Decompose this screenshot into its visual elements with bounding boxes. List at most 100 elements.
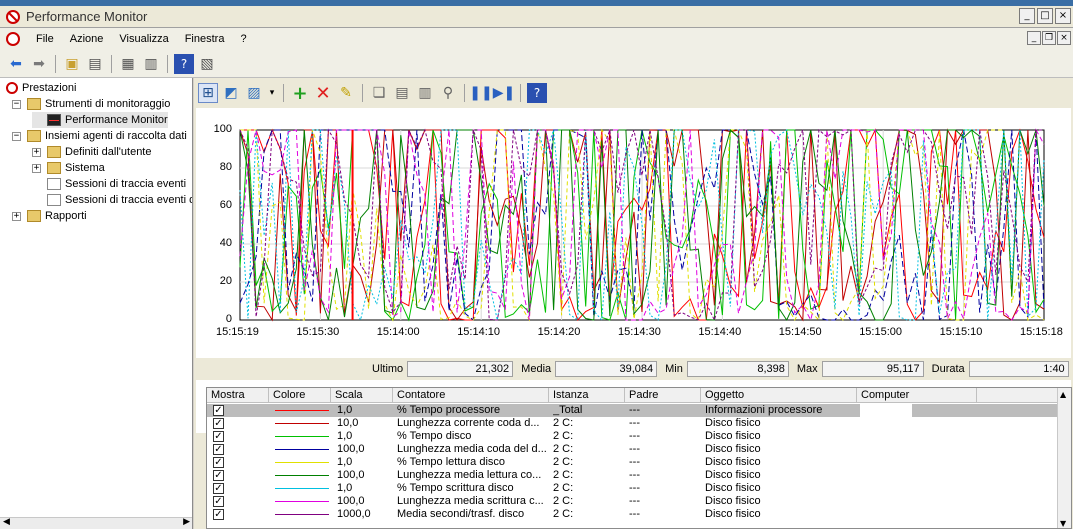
scroll-up-icon[interactable]: ▲ xyxy=(1060,390,1066,399)
menu-help[interactable]: ? xyxy=(232,33,254,45)
cell-object: Disco fisico xyxy=(705,443,761,455)
properties-icon[interactable]: ▥ xyxy=(415,83,435,103)
add-counter-icon[interactable]: + xyxy=(290,83,310,104)
tree-item-label: Prestazioni xyxy=(22,82,77,94)
folder-icon xyxy=(47,146,61,158)
tree-item[interactable]: + Sistema xyxy=(32,160,105,176)
title-bar: Performance Monitor _ □ × xyxy=(0,6,1073,28)
show-hide-action-pane-icon[interactable]: ▧ xyxy=(197,54,217,74)
graph-type-dropdown-icon[interactable]: ▾ xyxy=(267,83,277,103)
update-data-icon[interactable]: ▶❚ xyxy=(493,83,516,103)
tree-item[interactable]: − Insiemi agenti di raccolta dati xyxy=(12,128,187,144)
legend-row[interactable]: ✓ 100,0 Lunghezza media scrittura c... 2 C:… xyxy=(207,495,1067,508)
cell-object: Disco fisico xyxy=(705,456,761,468)
collapse-icon[interactable]: − xyxy=(12,99,21,109)
legend-row[interactable]: ✓ 1000,0 Media secondi/trasf. disco 2 C: ---… xyxy=(207,508,1067,521)
show-checkbox[interactable]: ✓ xyxy=(213,444,224,455)
print-icon[interactable]: ▥ xyxy=(141,54,161,74)
highlight-icon[interactable]: ✎ xyxy=(336,83,356,103)
menu-visualizza[interactable]: Visualizza xyxy=(111,33,176,45)
legend-row[interactable]: ✓ 100,0 Lunghezza media lettura co... 2 C: -… xyxy=(207,469,1067,482)
header-computer[interactable]: Computer xyxy=(857,388,977,403)
menu-finestra[interactable]: Finestra xyxy=(177,33,233,45)
delete-counter-icon[interactable]: ✕ xyxy=(313,83,333,104)
header-contatore[interactable]: Contatore xyxy=(393,388,549,403)
mdi-restore-button[interactable]: ❐ xyxy=(1042,31,1056,45)
cell-scale: 1,0 xyxy=(337,404,353,416)
show-checkbox[interactable]: ✓ xyxy=(213,431,224,442)
cell-parent: --- xyxy=(629,482,640,494)
document-system-menu-icon[interactable] xyxy=(6,32,20,46)
toolbar-separator xyxy=(362,84,363,102)
show-hide-console-tree-icon[interactable]: ▤ xyxy=(85,54,105,74)
close-button[interactable]: × xyxy=(1055,8,1071,24)
tree-item[interactable]: + Rapporti xyxy=(12,208,87,224)
show-checkbox[interactable]: ✓ xyxy=(213,470,224,481)
zoom-icon[interactable]: ⚲ xyxy=(438,83,458,103)
up-folder-icon[interactable]: ▣ xyxy=(62,54,82,74)
change-graph-type-icon[interactable]: ▨ xyxy=(244,83,264,103)
cell-instance: 2 C: xyxy=(553,495,574,507)
show-checkbox[interactable]: ✓ xyxy=(213,457,224,468)
legend-row[interactable]: ✓ 1,0 % Tempo lettura disco 2 C: --- Disco fi… xyxy=(207,456,1067,469)
header-oggetto[interactable]: Oggetto xyxy=(701,388,857,403)
expand-icon[interactable]: + xyxy=(32,163,41,173)
export-list-icon[interactable]: ▦ xyxy=(118,54,138,74)
tree-item[interactable]: Performance Monitor xyxy=(32,112,168,128)
back-arrow-icon[interactable]: ⬅ xyxy=(6,54,26,74)
show-checkbox[interactable]: ✓ xyxy=(213,405,224,416)
maximize-button[interactable]: □ xyxy=(1037,8,1053,24)
collapse-icon[interactable]: − xyxy=(12,131,21,141)
expand-icon[interactable]: + xyxy=(32,147,41,157)
scroll-down-icon[interactable]: ▼ xyxy=(1060,519,1066,528)
tree-item[interactable]: + Definiti dall'utente xyxy=(32,144,152,160)
view-current-activity-icon[interactable]: ⊞ xyxy=(198,83,218,103)
tree-item[interactable]: Sessioni di traccia eventi d xyxy=(32,192,192,208)
legend-row[interactable]: ✓ 10,0 Lunghezza corrente coda d... 2 C: ---… xyxy=(207,417,1067,430)
show-checkbox[interactable]: ✓ xyxy=(213,496,224,507)
statistics-bar: Ultimo 21,302 Media 39,084 Min 8,398 Max… xyxy=(196,358,1071,380)
expand-icon[interactable]: + xyxy=(12,211,21,221)
toolbar-separator xyxy=(55,54,56,73)
forward-arrow-icon[interactable]: ➡ xyxy=(29,54,49,74)
cell-instance: 2 C: xyxy=(553,456,574,468)
copy-properties-icon[interactable]: ❏ xyxy=(369,83,389,103)
legend-row[interactable]: ✓ 1,0 % Tempo processore _Total --- Informazi… xyxy=(207,404,1067,417)
cell-counter: % Tempo lettura disco xyxy=(397,456,506,468)
freeze-display-icon[interactable]: ❚❚ xyxy=(469,83,492,103)
show-checkbox[interactable]: ✓ xyxy=(213,509,224,520)
main-toolbar: ⬅ ➡ ▣ ▤ ▦ ▥ ? ▧ xyxy=(0,50,1073,78)
legend-vertical-scrollbar[interactable]: ▲ ▼ xyxy=(1057,388,1071,528)
legend-row[interactable]: ✓ 1,0 % Tempo disco 2 C: --- Disco fisico xyxy=(207,430,1067,443)
legend-row[interactable]: ✓ 100,0 Lunghezza media coda del d... 2 C: -… xyxy=(207,443,1067,456)
minimize-button[interactable]: _ xyxy=(1019,8,1035,24)
average-value: 39,084 xyxy=(555,361,658,377)
header-colore[interactable]: Colore xyxy=(269,388,331,403)
menu-azione[interactable]: Azione xyxy=(62,33,112,45)
tree-horizontal-scrollbar[interactable]: ◀ ▶ xyxy=(0,517,192,529)
tree-item[interactable]: Sessioni di traccia eventi xyxy=(32,176,186,192)
scroll-right-icon[interactable]: ▶ xyxy=(183,517,190,527)
tree-item[interactable]: − Strumenti di monitoraggio xyxy=(12,96,170,112)
show-checkbox[interactable]: ✓ xyxy=(213,483,224,494)
header-mostra[interactable]: Mostra xyxy=(207,388,269,403)
header-scala[interactable]: Scala xyxy=(331,388,393,403)
mdi-close-button[interactable]: × xyxy=(1057,31,1071,45)
tree-item-prestazioni[interactable]: Prestazioni xyxy=(6,80,76,96)
graph-help-icon[interactable]: ? xyxy=(527,83,547,103)
counter-color-swatch xyxy=(275,449,329,450)
mdi-minimize-button[interactable]: _ xyxy=(1027,31,1041,45)
paste-counter-list-icon[interactable]: ▤ xyxy=(392,83,412,103)
menu-file[interactable]: File xyxy=(28,33,62,45)
show-checkbox[interactable]: ✓ xyxy=(213,418,224,429)
header-istanza[interactable]: Istanza xyxy=(549,388,625,403)
view-log-data-icon[interactable]: ◩ xyxy=(221,83,241,103)
performance-monitor-pane: ⊞ ◩ ▨ ▾ + ✕ ✎ ❏ ▤ ▥ ⚲ ❚❚ ▶❚ ? 100 80 60 40 2… xyxy=(194,78,1073,529)
legend-row[interactable]: ✓ 1,0 % Tempo scrittura disco 2 C: --- Disco … xyxy=(207,482,1067,495)
header-padre[interactable]: Padre xyxy=(625,388,701,403)
performance-graph[interactable]: 100 80 60 40 20 0 15:15:19 15:15:30 15:14:00 15:… xyxy=(196,108,1071,433)
last-label: Ultimo xyxy=(372,363,404,375)
performance-monitor-icon xyxy=(47,114,61,126)
help-icon[interactable]: ? xyxy=(174,53,194,74)
scroll-left-icon[interactable]: ◀ xyxy=(3,517,10,527)
